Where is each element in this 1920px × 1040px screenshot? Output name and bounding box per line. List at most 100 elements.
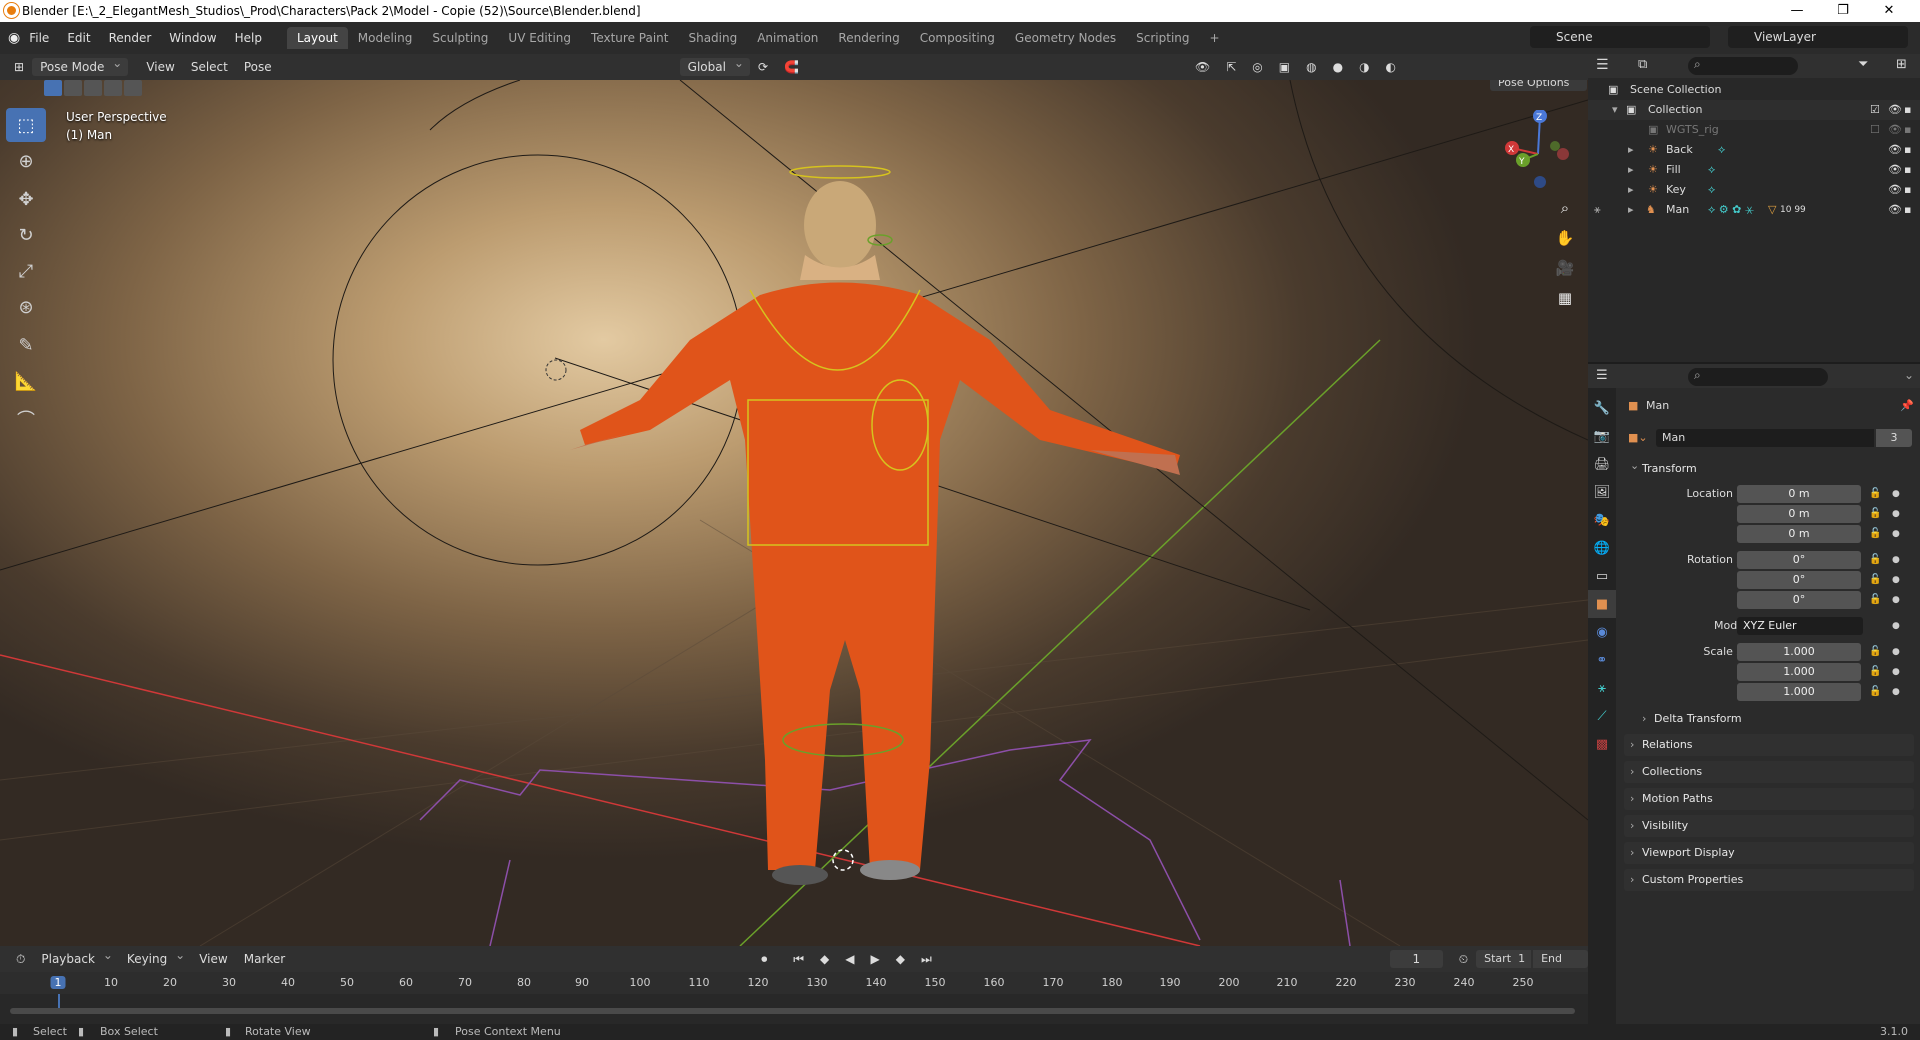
menu-edit[interactable]: Edit [58, 31, 99, 45]
eye-icon[interactable]: 👁 [1888, 100, 1902, 120]
menu-pose[interactable]: Pose [236, 58, 280, 76]
lock-icon[interactable]: 🔓 [1869, 570, 1881, 590]
chevron-right-icon[interactable]: ▸ [1628, 140, 1634, 160]
output-tab-icon[interactable]: 🖨 [1588, 450, 1616, 478]
outliner[interactable]: ▣ Scene Collection ▾ ▣ Collection ☑ 👁 ▪ … [1588, 78, 1920, 362]
end-frame-field[interactable]: End 250 [1533, 950, 1588, 983]
visibility-panel-header[interactable]: Visibility [1624, 815, 1914, 837]
pose-options-dropdown[interactable]: Pose Options [1490, 80, 1588, 91]
tab-layout[interactable]: Layout [286, 27, 348, 49]
tab-compositing[interactable]: Compositing [910, 27, 1005, 49]
checkbox-icon[interactable]: ☑ [1870, 100, 1880, 120]
cursor-tool-icon[interactable]: ⊕ [6, 144, 46, 178]
lock-icon[interactable]: 🔓 [1869, 662, 1881, 682]
keyframe-dot-icon[interactable]: ● [1892, 682, 1900, 702]
outliner-search-input[interactable]: ⌕ [1688, 57, 1798, 75]
tab-uv-editing[interactable]: UV Editing [498, 27, 581, 49]
camera-icon[interactable]: ▪ [1904, 100, 1911, 120]
frame-ruler[interactable]: 1 10 20 30 40 50 60 70 80 90 100 110 120… [0, 972, 1588, 994]
pin-icon[interactable]: 📌 [1900, 396, 1914, 416]
transform-tool-icon[interactable]: ⊛ [6, 290, 46, 324]
motion-paths-panel-header[interactable]: Motion Paths [1624, 788, 1914, 810]
texture-tab-icon[interactable]: ▩ [1588, 730, 1616, 758]
snap-icon[interactable]: 🧲 [776, 58, 807, 76]
orientation-dropdown[interactable]: Global [679, 56, 750, 76]
next-keyframe-icon[interactable]: ◆ [888, 950, 913, 968]
scale-y-field[interactable]: 1.000 [1737, 663, 1861, 681]
select-subtract-icon[interactable] [84, 80, 102, 96]
move-tool-icon[interactable]: ✥ [6, 182, 46, 216]
shading-rendered-icon[interactable]: ◐ [1378, 58, 1404, 76]
tab-modeling[interactable]: Modeling [348, 27, 423, 49]
menu-select[interactable]: Select [183, 58, 236, 76]
relations-panel-header[interactable]: Relations [1624, 734, 1914, 756]
keyframe-dot-icon[interactable]: ● [1892, 642, 1900, 662]
keyframe-dot-icon[interactable]: ● [1892, 550, 1900, 570]
menu-window[interactable]: Window [160, 31, 225, 45]
render-tab-icon[interactable]: 📷 [1588, 422, 1616, 450]
keyframe-dot-icon[interactable]: ● [1892, 616, 1900, 636]
properties-search-input[interactable]: ⌕ [1688, 368, 1828, 386]
select-invert-icon[interactable] [104, 80, 122, 96]
jump-end-icon[interactable]: ⏭ [913, 950, 940, 969]
view-layer-selector[interactable]: ViewLayer [1728, 26, 1908, 48]
menu-render[interactable]: Render [100, 31, 161, 45]
object-name-field[interactable]: Man [1656, 429, 1874, 447]
outliner-collection[interactable]: ▾ ▣ Collection ☑ 👁 ▪ [1588, 100, 1920, 120]
play-reverse-icon[interactable]: ◀ [837, 950, 862, 968]
tab-texture-paint[interactable]: Texture Paint [581, 27, 678, 49]
keyframe-dot-icon[interactable]: ● [1892, 504, 1900, 524]
close-button[interactable]: ✕ [1866, 0, 1912, 22]
light-data-icon[interactable]: ⟡ [1708, 160, 1715, 180]
tab-shading[interactable]: Shading [678, 27, 747, 49]
shading-solid-icon[interactable]: ● [1325, 58, 1351, 76]
camera-icon[interactable]: ▪ [1904, 120, 1911, 140]
prev-keyframe-icon[interactable]: ◆ [812, 950, 837, 968]
start-frame-field[interactable]: Start 1 [1476, 950, 1532, 968]
scale-x-field[interactable]: 1.000 [1737, 643, 1861, 661]
3d-viewport[interactable]: User Perspective (1) Man Pose Options Z … [0, 80, 1588, 946]
modifier-icons[interactable]: ⟡ ⚙ ✿ ⚹ [1708, 200, 1754, 220]
filter-icon[interactable]: ⏷ [1858, 57, 1868, 72]
outliner-editor-icon[interactable]: ☰ [1596, 57, 1609, 73]
transform-panel-header[interactable]: Transform [1624, 455, 1914, 480]
constraints-tab-icon[interactable]: ⚭ [1588, 646, 1616, 674]
zoom-icon[interactable]: ⌕ [1552, 195, 1578, 221]
gizmo-toggle-icon[interactable]: ⇱ [1218, 58, 1244, 76]
users-count[interactable]: 3 [1876, 429, 1912, 447]
keyframe-dot-icon[interactable]: ● [1892, 590, 1900, 610]
properties-editor-icon[interactable]: ☰ [1596, 368, 1608, 383]
autokey-record-icon[interactable]: ⏺ [753, 950, 775, 969]
timeline-area[interactable]: 1 10 20 30 40 50 60 70 80 90 100 110 120… [0, 972, 1588, 1024]
minimize-button[interactable]: — [1774, 0, 1820, 22]
play-icon[interactable]: ▶ [863, 950, 888, 968]
xray-icon[interactable]: ▣ [1271, 58, 1298, 76]
preview-range-icon[interactable]: ⏲ [1451, 950, 1476, 969]
rotation-mode-dropdown[interactable]: XYZ Euler [1737, 617, 1863, 635]
outliner-item-key[interactable]: ▸ ☀ Key ⟡ 👁 ▪ [1588, 180, 1920, 200]
measure-tool-icon[interactable]: 📐 [6, 364, 46, 398]
tab-scripting[interactable]: Scripting [1126, 27, 1199, 49]
rotation-x-field[interactable]: 0° [1737, 551, 1861, 569]
armature-mode-icon[interactable]: ⚹ [1594, 200, 1601, 220]
rotation-z-field[interactable]: 0° [1737, 591, 1861, 609]
shading-material-icon[interactable]: ◑ [1351, 58, 1377, 76]
pan-hand-icon[interactable]: ✋ [1552, 225, 1578, 251]
lock-icon[interactable]: 🔓 [1869, 682, 1881, 702]
menu-timeline-view[interactable]: View [191, 950, 235, 968]
chevron-right-icon[interactable]: ▸ [1628, 200, 1634, 220]
timeline-editor-icon[interactable]: ⏱ [8, 950, 33, 969]
tab-animation[interactable]: Animation [747, 27, 828, 49]
eye-icon[interactable]: 👁 [1888, 120, 1902, 140]
delta-transform-subpanel[interactable]: Delta Transform [1636, 708, 1914, 730]
bone-tool-icon[interactable]: ⌒ [6, 402, 46, 436]
camera-view-icon[interactable]: 🎥 [1552, 255, 1578, 281]
lock-icon[interactable]: 🔓 [1869, 524, 1881, 544]
menu-marker[interactable]: Marker [236, 950, 293, 968]
light-data-icon[interactable]: ⟡ [1708, 180, 1715, 200]
select-new-icon[interactable] [44, 80, 62, 96]
eye-icon[interactable]: 👁 [1888, 140, 1902, 160]
ortho-grid-icon[interactable]: ▦ [1552, 285, 1578, 311]
tool-tab-icon[interactable]: 🔧 [1588, 394, 1616, 422]
overlay-toggle-icon[interactable]: ◎ [1244, 58, 1270, 76]
